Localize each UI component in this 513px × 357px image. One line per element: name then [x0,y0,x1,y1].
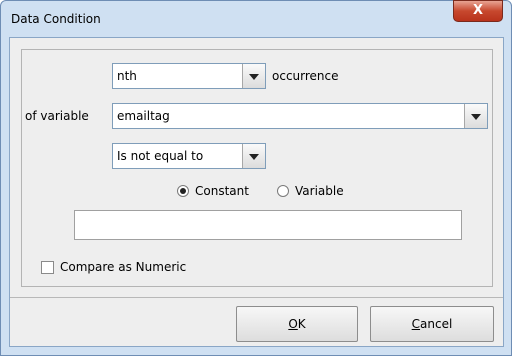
constant-radio[interactable] [177,185,189,197]
condition-panel: nth occurrence of variable emailtag Is n… [21,49,493,287]
cancel-button[interactable]: Cancel [370,306,494,342]
of-variable-label: of variable [25,109,89,123]
title-bar: Data Condition X [1,0,511,37]
occurrence-select[interactable]: nth [112,63,266,89]
value-input[interactable] [74,210,462,240]
occurrence-suffix-label: occurrence [272,69,339,83]
close-button[interactable]: X [453,0,503,22]
ok-button[interactable]: OK [236,306,358,342]
compare-numeric-checkbox[interactable] [41,261,54,274]
button-separator [10,297,503,298]
constant-radio-label: Constant [195,184,249,198]
chevron-down-icon[interactable] [242,64,265,88]
chevron-down-icon[interactable] [242,144,265,168]
dialog-content: nth occurrence of variable emailtag Is n… [9,37,504,347]
compare-numeric-label: Compare as Numeric [60,260,187,274]
variable-radio[interactable] [277,185,289,197]
chevron-down-icon[interactable] [464,104,487,128]
operator-select[interactable]: Is not equal to [112,143,266,169]
variable-radio-label: Variable [295,184,344,198]
dialog-window: Data Condition X nth occurrence of varia… [0,0,512,356]
window-title: Data Condition [11,12,101,26]
variable-select[interactable]: emailtag [112,103,488,129]
close-icon: X [472,3,484,18]
